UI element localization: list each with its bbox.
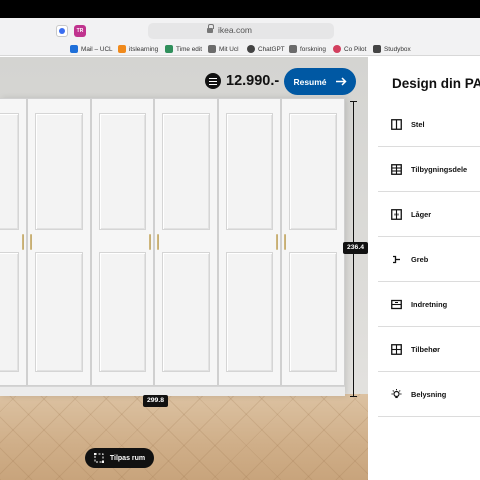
- menu-item-label: Låger: [411, 209, 432, 219]
- bookmark-icon: [208, 45, 216, 53]
- door-handle: [284, 234, 286, 250]
- panel-title: Design din PAX: [392, 76, 480, 91]
- menu-item-label: Greb: [411, 254, 429, 264]
- wardrobe-door[interactable]: [27, 98, 91, 386]
- menu-item-label: Tilbygningsdele: [411, 164, 468, 174]
- grid-icon: [391, 163, 402, 175]
- menu-item-greb[interactable]: Greb: [378, 237, 480, 282]
- bookmark-forskning[interactable]: forskning: [289, 44, 326, 54]
- menu-item-tilbygningsdele[interactable]: Tilbygningsdele: [378, 147, 480, 192]
- bookmark-label: Mit Ucl: [219, 45, 239, 53]
- accessory-grid-icon: [391, 343, 402, 355]
- door-handle: [30, 234, 32, 250]
- wardrobe-door[interactable]: [154, 98, 218, 386]
- bookmark-icon: [118, 45, 126, 53]
- menu-item-belysning[interactable]: Belysning: [378, 372, 480, 417]
- bookmark-time-edit[interactable]: Time edit: [165, 44, 202, 54]
- bookmark-label: Mail – UCL: [81, 45, 113, 53]
- handle-icon: [393, 255, 400, 263]
- menu-item-label: Indretning: [411, 299, 448, 309]
- door-handle: [276, 234, 278, 250]
- bookmark-icon: [165, 45, 173, 53]
- wardrobe-model[interactable]: [0, 98, 345, 396]
- bookmark-icon: [247, 45, 255, 53]
- menu-item-label: Belysning: [411, 389, 447, 399]
- door-handle: [22, 234, 24, 250]
- menu-item-tilbehoer[interactable]: Tilbehør: [378, 327, 480, 372]
- resume-button[interactable]: Resumé: [284, 68, 356, 95]
- list-icon[interactable]: [205, 73, 221, 89]
- lock-icon: [207, 24, 214, 34]
- frame-icon: [391, 118, 402, 130]
- planner-3d-viewport[interactable]: [0, 57, 368, 480]
- bookmark-mit-ucl[interactable]: Mit Ucl: [208, 44, 239, 54]
- menu-item-label: Stel: [411, 119, 425, 129]
- door-icon: [391, 208, 402, 220]
- address-bar[interactable]: ikea.com: [148, 23, 334, 39]
- door-handle: [157, 234, 159, 250]
- tab-favicon-tr[interactable]: TR: [74, 25, 86, 37]
- width-dimension-label: 299.8: [143, 395, 169, 407]
- bookmark-label: Studybox: [384, 45, 411, 53]
- door-handle: [149, 234, 151, 250]
- height-dimension-label: 236.4: [343, 242, 369, 254]
- room-edit-icon: [93, 453, 104, 463]
- total-price: 12.990.-: [226, 73, 280, 89]
- menu-item-indretning[interactable]: Indretning: [378, 282, 480, 327]
- light-icon: [391, 388, 402, 398]
- bookmark-label: itslearning: [129, 45, 159, 53]
- wardrobe-plinth: [0, 386, 345, 396]
- bookmark-chatgpt[interactable]: ChatGPT: [247, 44, 285, 54]
- wardrobe-door[interactable]: [281, 98, 345, 386]
- resume-button-label: Resumé: [293, 76, 327, 87]
- bookmarks-bar: Mail – UCL itslearning Time edit Mit Ucl…: [0, 42, 480, 55]
- wardrobe-door[interactable]: [91, 98, 154, 386]
- arrow-right-icon: [335, 77, 347, 86]
- bookmark-mail-ucl[interactable]: Mail – UCL: [70, 44, 113, 54]
- bookmark-icon: [289, 45, 297, 53]
- adjust-room-button[interactable]: Tilpas rum: [85, 448, 154, 468]
- bookmark-itslearning[interactable]: itslearning: [118, 44, 158, 54]
- bookmark-studybox[interactable]: Studybox: [373, 44, 411, 54]
- bookmark-label: forskning: [300, 45, 326, 53]
- browser-chrome: TR ikea.com Mail – UCL itslearning Time …: [0, 18, 480, 56]
- price-summary[interactable]: 12.990.-: [205, 73, 279, 89]
- bookmark-label: Co Pilot: [344, 45, 367, 53]
- drawer-icon: [391, 299, 402, 309]
- address-url: ikea.com: [218, 25, 253, 35]
- tab-favicon-icon[interactable]: [56, 25, 68, 37]
- bookmark-icon: [70, 45, 78, 53]
- wooden-floor: [0, 394, 368, 480]
- menu-item-laager[interactable]: Låger: [378, 192, 480, 237]
- bookmark-co-pilot[interactable]: Co Pilot: [333, 44, 366, 54]
- menu-item-label: Tilbehør: [411, 344, 441, 354]
- bookmark-icon: [333, 45, 341, 53]
- menu-item-stel[interactable]: Stel: [378, 102, 480, 147]
- adjust-room-label: Tilpas rum: [109, 454, 146, 462]
- bookmark-icon: [373, 45, 381, 53]
- bookmark-label: ChatGPT: [258, 45, 285, 53]
- os-top-bar: [0, 0, 480, 18]
- bookmark-label: Time edit: [176, 45, 203, 53]
- wardrobe-door[interactable]: [218, 98, 281, 386]
- design-side-panel: Design din PAX Stel Tilbygningsdele Låge…: [368, 57, 480, 480]
